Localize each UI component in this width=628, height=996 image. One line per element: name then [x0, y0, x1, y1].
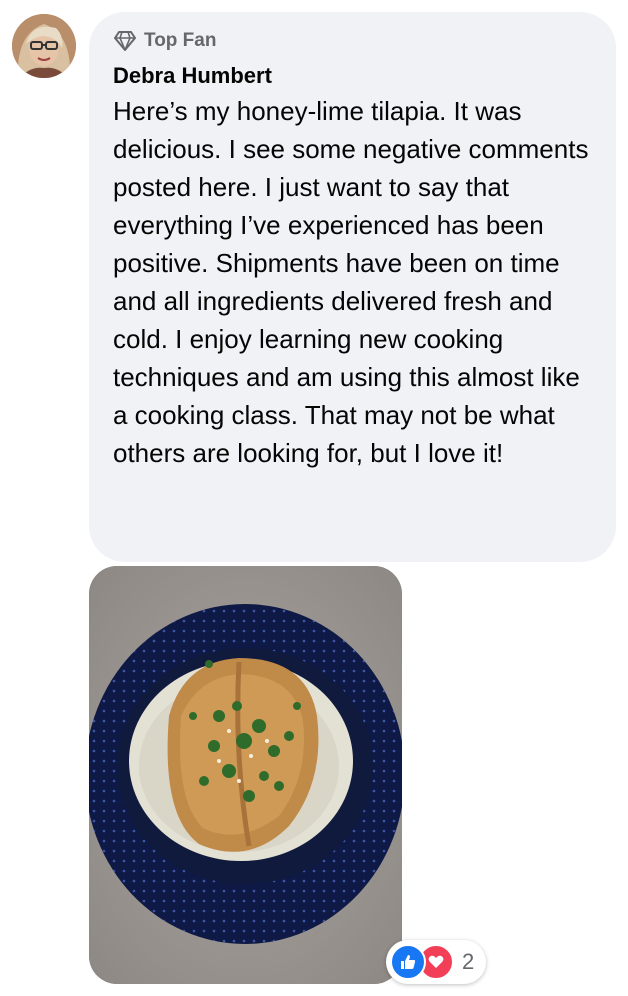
top-fan-badge[interactable]: Top Fan [113, 28, 592, 54]
like-icon [390, 944, 426, 980]
attached-photo[interactable] [89, 566, 402, 984]
avatar[interactable] [12, 14, 76, 78]
reaction-summary[interactable]: 2 [386, 940, 487, 984]
author-name[interactable]: Debra Humbert [113, 63, 592, 89]
comment-text: Here’s my honey-lime tilapia. It was del… [113, 96, 589, 468]
diamond-icon [114, 31, 136, 51]
reaction-count: 2 [462, 949, 475, 974]
comment-bubble: Top Fan Debra Humbert Here’s my honey-li… [89, 12, 616, 562]
badge-label: Top Fan [144, 30, 217, 51]
